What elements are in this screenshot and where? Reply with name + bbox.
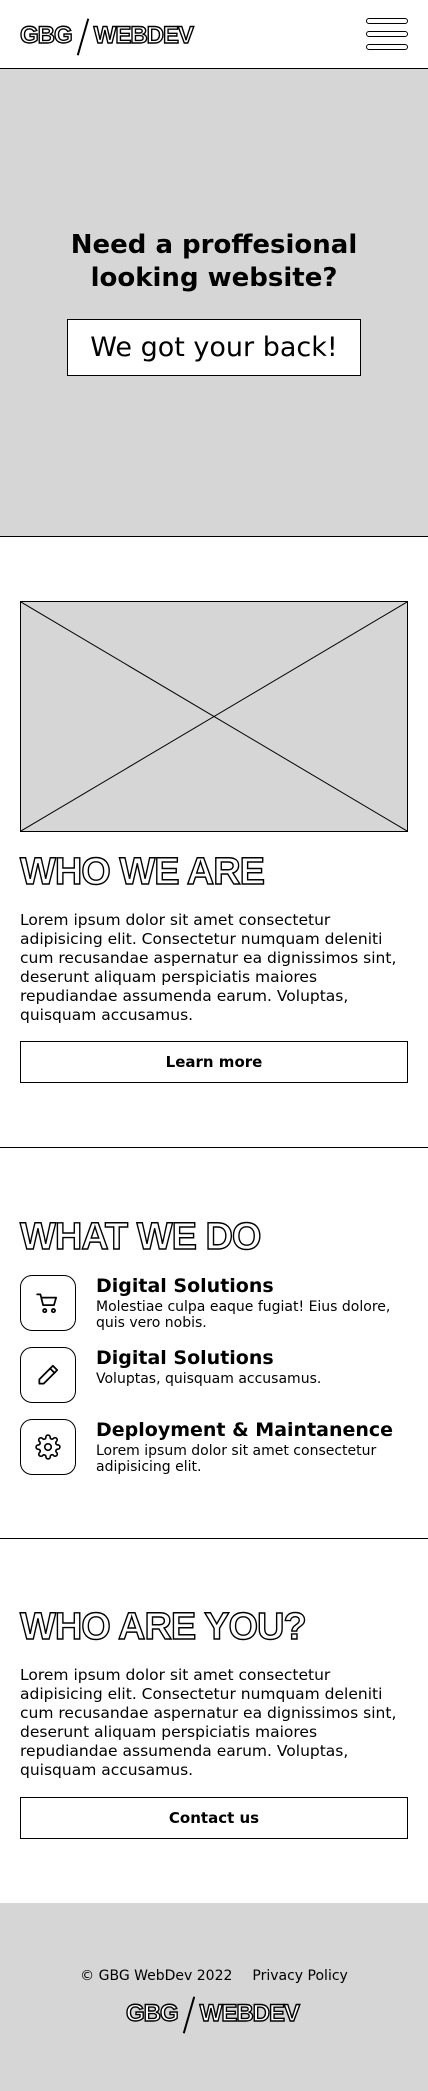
- hamburger-menu-icon[interactable]: [366, 18, 408, 51]
- cart-icon: [20, 1275, 76, 1331]
- site-logo[interactable]: GBG WEBDEV: [19, 18, 195, 54]
- who-we-are-text: Lorem ipsum dolor sit amet consectetur a…: [20, 911, 397, 1024]
- logo-slash: [76, 18, 90, 54]
- footer-links: © GBG WebDev 2022 Privacy Policy: [0, 1968, 428, 1984]
- logo-gbg-text: GBG: [125, 2000, 179, 2027]
- site-footer: © GBG WebDev 2022 Privacy Policy GBG WEB…: [0, 1903, 428, 2091]
- hero-cta-button[interactable]: We got your back!: [67, 319, 361, 376]
- service-title: Digital Solutions: [96, 1275, 274, 1297]
- service-description: Voluptas, quisquam accusamus.: [96, 1371, 322, 1387]
- service-description: Lorem ipsum dolor sit amet consectetur a…: [96, 1443, 377, 1475]
- footer-logo[interactable]: GBG WEBDEV: [125, 1996, 301, 2032]
- service-item: Digital Solutions Voluptas, quisquam acc…: [20, 1347, 410, 1407]
- menu-bar: [366, 31, 408, 37]
- menu-bar: [366, 44, 408, 50]
- hero-headline: Need a proffesional looking website?: [70, 230, 358, 293]
- menu-bar: [366, 18, 408, 24]
- hero-section: Need a proffesional looking website? We …: [0, 69, 428, 537]
- what-we-do-title: WHAT WE DO: [19, 1216, 262, 1258]
- who-are-you-text: Lorem ipsum dolor sit amet consectetur a…: [20, 1666, 397, 1779]
- logo-gbg-text: GBG: [19, 22, 73, 49]
- who-we-are-title: WHO WE ARE: [19, 851, 265, 893]
- service-title: Deployment & Maintanence: [96, 1419, 394, 1441]
- who-are-you-title: WHO ARE YOU?: [19, 1606, 307, 1648]
- site-header: GBG WEBDEV: [0, 0, 428, 69]
- service-item: Digital Solutions Molestiae culpa eaque …: [20, 1275, 410, 1335]
- logo-slash: [182, 1996, 196, 2032]
- service-title: Digital Solutions: [96, 1347, 274, 1369]
- learn-more-button[interactable]: Learn more: [20, 1041, 408, 1083]
- service-description: Molestiae culpa eaque fugiat! Eius dolor…: [96, 1299, 391, 1331]
- section-divider: [0, 1147, 428, 1148]
- section-divider: [0, 1538, 428, 1539]
- image-placeholder: [20, 601, 408, 832]
- privacy-policy-link[interactable]: Privacy Policy: [252, 1968, 347, 1984]
- logo-webdev-text: WEBDEV: [93, 22, 195, 49]
- contact-us-button[interactable]: Contact us: [20, 1797, 408, 1839]
- pencil-icon: [20, 1347, 76, 1403]
- service-item: Deployment & Maintanence Lorem ipsum dol…: [20, 1419, 410, 1479]
- gear-icon: [20, 1419, 76, 1475]
- footer-copyright: © GBG WebDev 2022: [80, 1968, 233, 1984]
- logo-webdev-text: WEBDEV: [199, 2000, 301, 2027]
